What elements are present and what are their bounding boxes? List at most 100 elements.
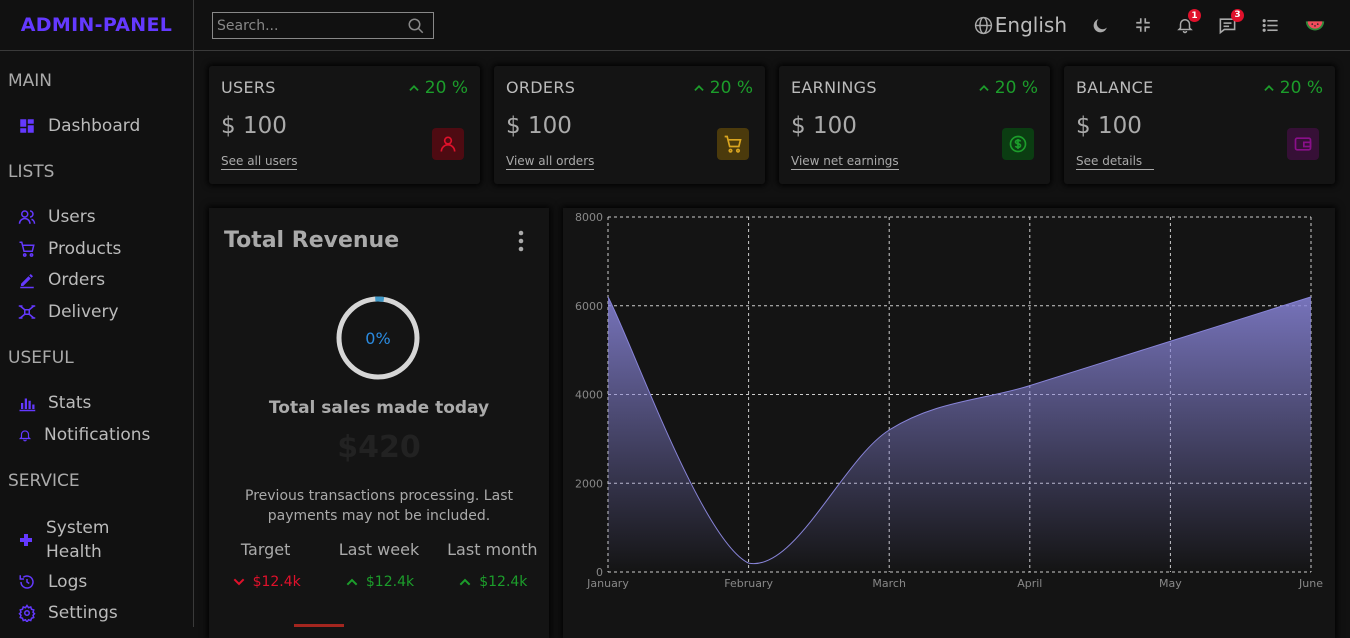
list-menu-button[interactable] <box>1261 16 1280 35</box>
sidebar-item-label: Dashboard <box>48 116 140 136</box>
see-all-users-link[interactable]: See all users <box>221 154 297 170</box>
widget-title: USERS <box>221 78 276 97</box>
search-box <box>212 12 434 39</box>
area-fill <box>608 297 1311 572</box>
sidebar-item-delivery[interactable]: Delivery <box>18 302 119 322</box>
widget-orders: ORDERS 20 % $ 100 View all orders <box>494 66 765 184</box>
topbar-icons: English 1 3 <box>974 0 1350 50</box>
chevron-up-icon <box>1262 81 1276 95</box>
widget-title: EARNINGS <box>791 78 877 97</box>
x-tick-label: March <box>872 577 906 590</box>
progress-text: 0% <box>334 294 422 382</box>
moon-icon <box>1091 16 1110 35</box>
fullscreen-exit-icon <box>1134 16 1152 34</box>
widget-percentage-value: 20 % <box>1280 78 1323 98</box>
total-revenue-panel: Total Revenue 0% Total sales made today … <box>209 208 549 638</box>
sidebar-item-logs[interactable]: Logs <box>18 572 87 592</box>
dashboard-icon <box>18 117 36 135</box>
sidebar-item-label: Settings <box>48 603 118 623</box>
chevron-up-icon <box>692 81 706 95</box>
chevron-down-icon <box>231 574 247 590</box>
sidebar-item-label: System Health <box>46 516 116 564</box>
summary-item-last-month: Last month $12.4k <box>437 540 547 590</box>
total-sales-subtitle: Total sales made today <box>209 398 549 418</box>
dark-mode-toggle[interactable] <box>1091 16 1110 35</box>
total-sales-amount: $420 <box>209 430 549 465</box>
x-tick-label: February <box>724 577 773 590</box>
widget-percentage: 20 % <box>1262 78 1323 98</box>
section-title-useful: USEFUL <box>8 348 74 368</box>
users-icon <box>18 208 36 226</box>
messages-button[interactable]: 3 <box>1218 16 1237 35</box>
search-input[interactable] <box>217 18 407 34</box>
chevron-up-icon <box>457 574 473 590</box>
sidebar-item-users[interactable]: Users <box>18 207 96 227</box>
sidebar-item-orders[interactable]: Orders <box>18 270 105 290</box>
summary-label: Last month <box>447 540 537 559</box>
messages-badge: 3 <box>1231 9 1244 22</box>
notifications-badge: 1 <box>1188 9 1201 22</box>
top-navbar: ADMIN-PANEL English 1 3 <box>0 0 1350 51</box>
section-title-main: MAIN <box>8 71 52 91</box>
sidebar-item-dashboard[interactable]: Dashboard <box>18 116 140 136</box>
fullscreen-toggle[interactable] <box>1134 16 1152 34</box>
more-vert-icon[interactable] <box>518 230 524 252</box>
language-selector[interactable]: English <box>974 13 1067 37</box>
see-details-link[interactable]: See details <box>1076 154 1154 170</box>
widget-percentage: 20 % <box>407 78 468 98</box>
summary-label: Last week <box>339 540 419 559</box>
widget-amount: $ 100 <box>791 113 857 139</box>
chevron-up-icon <box>977 81 991 95</box>
language-label: English <box>995 13 1067 37</box>
app-logo[interactable]: ADMIN-PANEL <box>21 14 172 36</box>
bar-chart-icon <box>18 394 36 412</box>
sidebar-item-label: Notifications <box>44 425 150 445</box>
summary-value: $12.4k <box>231 574 301 590</box>
gear-icon <box>18 604 36 622</box>
widget-icon-box <box>717 128 749 160</box>
globe-icon <box>974 16 993 35</box>
revenue-chart-panel: JanuaryFebruaryMarchAprilMayJune 0200040… <box>563 208 1335 638</box>
cart-icon <box>18 240 36 258</box>
section-title-service: SERVICE <box>8 471 80 491</box>
sidebar-item-system-health[interactable]: System Health <box>18 516 116 564</box>
y-tick-label: 0 <box>596 566 603 579</box>
widget-amount: $ 100 <box>221 113 287 139</box>
y-tick-label: 8000 <box>575 211 603 224</box>
widget-percentage-value: 20 % <box>710 78 753 98</box>
sidebar-item-label: Logs <box>48 572 87 592</box>
chevron-up-icon <box>407 81 421 95</box>
search-icon[interactable] <box>407 17 425 35</box>
x-tick-label: May <box>1159 577 1182 590</box>
sidebar-item-stats[interactable]: Stats <box>18 393 91 413</box>
sidebar-item-label: Orders <box>48 270 105 290</box>
sidebar-item-notifications[interactable]: Notifications <box>18 425 150 445</box>
view-net-earnings-link[interactable]: View net earnings <box>791 154 899 170</box>
summary-item-target: Target $12.4k <box>211 540 321 590</box>
view-all-orders-link[interactable]: View all orders <box>506 154 594 170</box>
user-avatar[interactable] <box>1304 14 1326 36</box>
user-icon <box>438 134 458 154</box>
widget-users: USERS 20 % $ 100 See all users <box>209 66 480 184</box>
notifications-button[interactable]: 1 <box>1176 16 1194 34</box>
widget-percentage-value: 20 % <box>995 78 1038 98</box>
widget-balance: BALANCE 20 % $ 100 See details <box>1064 66 1335 184</box>
summary-value-text: $12.4k <box>479 574 527 590</box>
watermelon-icon <box>1304 14 1326 36</box>
revenue-description: Previous transactions processing. Last p… <box>209 486 549 526</box>
plus-icon <box>18 532 34 548</box>
drone-icon <box>18 303 36 321</box>
sidebar-item-settings[interactable]: Settings <box>18 603 118 623</box>
section-title-lists: LISTS <box>8 162 54 182</box>
pen-icon <box>18 271 36 289</box>
widget-amount: $ 100 <box>506 113 572 139</box>
sidebar: MAIN Dashboard LISTS Users Products Orde… <box>0 51 194 627</box>
x-tick-label: June <box>1298 577 1323 590</box>
widget-percentage: 20 % <box>977 78 1038 98</box>
widget-icon-box <box>1287 128 1319 160</box>
widget-icon-box <box>432 128 464 160</box>
summary-value: $12.4k <box>344 574 414 590</box>
summary-value: $12.4k <box>457 574 527 590</box>
summary-value-text: $12.4k <box>253 574 301 590</box>
sidebar-item-products[interactable]: Products <box>18 239 121 259</box>
